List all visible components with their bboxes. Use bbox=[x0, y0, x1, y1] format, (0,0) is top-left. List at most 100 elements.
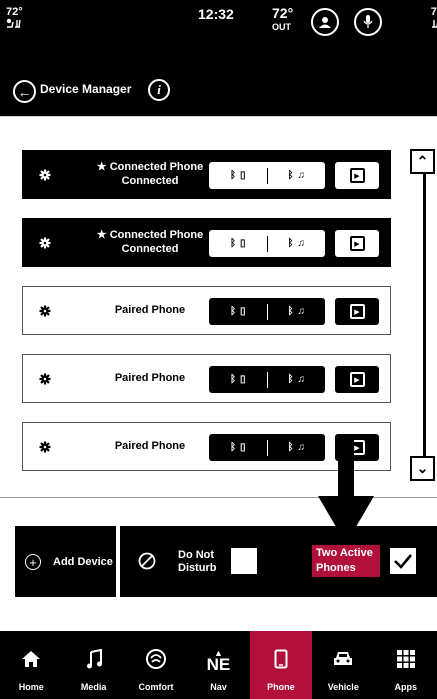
bluetooth-audio-toggle[interactable]: ᛒ ♫ bbox=[267, 374, 325, 385]
bluetooth-icon: ᛒ bbox=[229, 170, 236, 181]
profile-button[interactable] bbox=[311, 8, 339, 36]
bluetooth-phone-toggle[interactable]: ᛒ ▯ bbox=[209, 442, 267, 453]
arrow-left-icon: ← bbox=[17, 83, 32, 100]
projection-icon: ▶ bbox=[349, 304, 365, 319]
projection-button[interactable]: ▶ bbox=[335, 162, 379, 189]
checkmark-icon bbox=[394, 554, 412, 569]
gear-icon[interactable] bbox=[39, 305, 51, 317]
device-name: ★ Connected Phone Connected bbox=[75, 160, 225, 188]
nav-item-vehicle[interactable]: Vehicle bbox=[312, 631, 374, 699]
two-active-phones-checkbox[interactable] bbox=[390, 548, 416, 574]
phone-icon: ▯ bbox=[239, 374, 246, 385]
passenger-temperature[interactable]: 72 bbox=[431, 6, 437, 31]
projection-icon: ▶ bbox=[349, 168, 365, 183]
phone-icon: ▯ bbox=[239, 306, 246, 317]
projection-button[interactable]: ▶ bbox=[335, 230, 379, 257]
outside-temperature: 72° OUT bbox=[272, 5, 294, 32]
microphone-icon bbox=[363, 15, 373, 28]
music-note-icon: ♫ bbox=[297, 238, 305, 249]
device-row[interactable]: ★ Connected Phone Connected ᛒ ▯ ᛒ ♫ ▶ bbox=[22, 150, 391, 199]
nav-item-apps[interactable]: Apps bbox=[375, 631, 437, 699]
chevron-down-icon: ⌄ bbox=[416, 460, 429, 476]
music-note-icon: ♫ bbox=[297, 170, 305, 181]
projection-icon: ▶ bbox=[349, 372, 365, 387]
home-icon bbox=[21, 646, 41, 672]
comfort-icon bbox=[145, 646, 167, 672]
annotation-arrow-icon bbox=[318, 434, 374, 544]
gear-icon[interactable] bbox=[39, 373, 51, 385]
profile-toggle[interactable]: ᛒ ▯ ᛒ ♫ bbox=[209, 298, 325, 325]
bluetooth-phone-toggle[interactable]: ᛒ ▯ bbox=[209, 170, 267, 181]
nav-item-home[interactable]: Home bbox=[0, 631, 62, 699]
phone-icon: ▯ bbox=[239, 238, 246, 249]
device-row[interactable]: Paired Phone ᛒ ▯ ᛒ ♫ ▶ bbox=[22, 286, 391, 335]
nav-label: Apps bbox=[394, 682, 417, 692]
gear-icon[interactable] bbox=[39, 237, 51, 249]
music-note-icon bbox=[86, 646, 102, 672]
profile-toggle[interactable]: ᛒ ▯ ᛒ ♫ bbox=[209, 162, 325, 189]
back-button[interactable]: ← bbox=[13, 80, 36, 103]
gear-icon[interactable] bbox=[39, 169, 51, 181]
projection-button[interactable]: ▶ bbox=[335, 298, 379, 325]
vehicle-icon bbox=[332, 646, 354, 672]
device-row[interactable]: ★ Connected Phone Connected ᛒ ▯ ᛒ ♫ ▶ bbox=[22, 218, 391, 267]
nav-label: Vehicle bbox=[327, 682, 359, 692]
two-active-phones-label: Two Active Phones bbox=[312, 545, 380, 577]
device-name: Paired Phone bbox=[114, 372, 186, 384]
scrollbar-track[interactable] bbox=[423, 172, 426, 458]
plus-circle-icon: + bbox=[25, 554, 41, 570]
phone-icon: ▯ bbox=[239, 170, 246, 181]
device-name: Paired Phone bbox=[114, 304, 186, 316]
heated-seat-icon bbox=[6, 18, 21, 28]
do-not-disturb-checkbox[interactable] bbox=[231, 548, 257, 574]
phone-icon: ▯ bbox=[239, 442, 246, 453]
bluetooth-icon: ᛒ bbox=[229, 306, 236, 317]
profile-toggle[interactable]: ᛒ ▯ ᛒ ♫ bbox=[209, 434, 325, 461]
scroll-down-button[interactable]: ⌄ bbox=[410, 456, 435, 481]
do-not-disturb-label: Do Not Disturb bbox=[178, 549, 217, 574]
bluetooth-icon: ᛒ bbox=[287, 306, 294, 317]
device-name: ★ Connected Phone Connected bbox=[75, 228, 225, 256]
profile-toggle[interactable]: ᛒ ▯ ᛒ ♫ bbox=[209, 366, 325, 393]
star-icon: ★ bbox=[96, 161, 107, 173]
music-note-icon: ♫ bbox=[297, 374, 305, 385]
add-device-button[interactable]: + Add Device bbox=[15, 526, 116, 597]
nav-label: Nav bbox=[210, 682, 227, 692]
music-note-icon: ♫ bbox=[297, 442, 305, 453]
bluetooth-icon: ᛒ bbox=[287, 442, 294, 453]
bluetooth-audio-toggle[interactable]: ᛒ ♫ bbox=[267, 170, 325, 181]
bluetooth-icon: ᛒ bbox=[229, 442, 236, 453]
scroll-up-button[interactable]: ⌃ bbox=[410, 149, 435, 174]
bluetooth-phone-toggle[interactable]: ᛒ ▯ bbox=[209, 306, 267, 317]
status-bar: 72° 12:32 72° OUT 72 bbox=[0, 0, 437, 58]
nav-item-nav[interactable]: ▲ NE Nav bbox=[187, 631, 249, 699]
bluetooth-icon: ᛒ bbox=[287, 238, 294, 249]
projection-icon: ▶ bbox=[349, 236, 365, 251]
info-button[interactable]: i bbox=[148, 79, 170, 101]
bluetooth-icon: ᛒ bbox=[287, 374, 294, 385]
bluetooth-phone-toggle[interactable]: ᛒ ▯ bbox=[209, 374, 267, 385]
device-row[interactable]: Paired Phone ᛒ ▯ ᛒ ♫ ▶ bbox=[22, 354, 391, 403]
nav-item-media[interactable]: Media bbox=[62, 631, 124, 699]
voice-button[interactable] bbox=[354, 8, 382, 36]
profile-icon bbox=[319, 17, 331, 28]
nav-label: Comfort bbox=[138, 682, 174, 692]
bluetooth-phone-toggle[interactable]: ᛒ ▯ bbox=[209, 238, 267, 249]
compass-icon: ▲ NE bbox=[206, 648, 231, 674]
projection-button[interactable]: ▶ bbox=[335, 366, 379, 393]
gear-icon[interactable] bbox=[39, 441, 51, 453]
nav-label: Phone bbox=[267, 682, 295, 692]
star-icon: ★ bbox=[96, 229, 107, 241]
device-status: Connected bbox=[121, 243, 179, 255]
page-title: Device Manager bbox=[40, 82, 132, 96]
bluetooth-audio-toggle[interactable]: ᛒ ♫ bbox=[267, 238, 325, 249]
heated-seat-icon bbox=[431, 20, 437, 28]
nav-item-comfort[interactable]: Comfort bbox=[125, 631, 187, 699]
bluetooth-audio-toggle[interactable]: ᛒ ♫ bbox=[267, 306, 325, 317]
nav-item-phone[interactable]: Phone bbox=[249, 631, 313, 699]
profile-toggle[interactable]: ᛒ ▯ ᛒ ♫ bbox=[209, 230, 325, 257]
bluetooth-icon: ᛒ bbox=[229, 374, 236, 385]
chevron-up-icon: ⌃ bbox=[416, 153, 429, 169]
page-header: ← Device Manager i bbox=[0, 58, 437, 116]
driver-temperature[interactable]: 72° bbox=[6, 6, 24, 31]
